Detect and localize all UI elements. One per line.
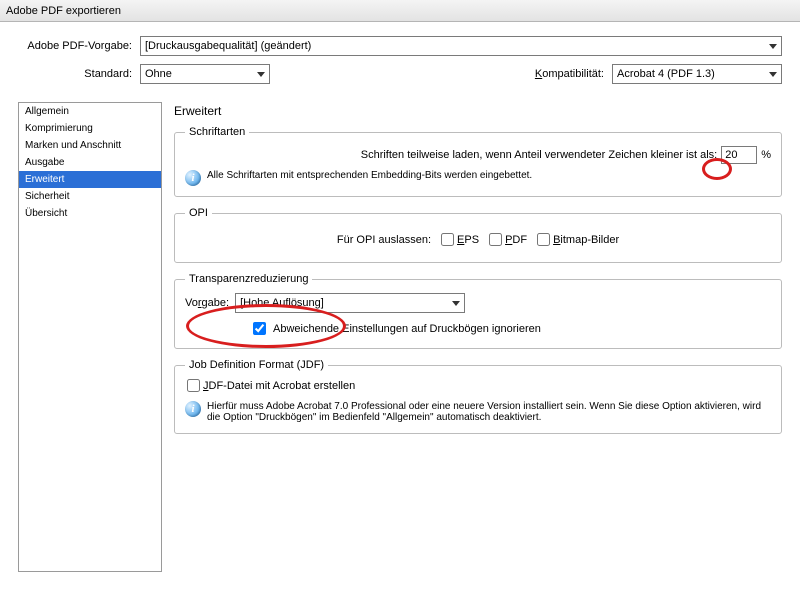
compatibility-select[interactable]: Acrobat 4 (PDF 1.3) bbox=[612, 64, 782, 84]
opi-pdf-input[interactable] bbox=[489, 233, 502, 246]
export-pdf-dialog: Adobe PDF exportieren Adobe PDF-Vorgabe:… bbox=[0, 0, 800, 600]
opi-omit-label: Für OPI auslassen: bbox=[337, 234, 431, 246]
opi-legend: OPI bbox=[185, 207, 212, 219]
standard-value: Ohne bbox=[145, 68, 172, 80]
subset-fonts-unit: % bbox=[761, 149, 771, 161]
top-panel: Adobe PDF-Vorgabe: [Druckausgabequalität… bbox=[0, 22, 800, 98]
sidebar-item-komprimierung[interactable]: Komprimierung bbox=[19, 120, 161, 137]
subset-fonts-label: Schriften teilweise laden, wenn Anteil v… bbox=[361, 149, 717, 161]
ignore-spread-overrides-label: Abweichende Einstellungen auf Druckbögen… bbox=[273, 323, 541, 335]
flattener-preset-label: Vorgabe: bbox=[185, 297, 229, 309]
panel-title: Erweitert bbox=[174, 104, 782, 118]
transparency-legend: Transparenzreduzierung bbox=[185, 273, 312, 285]
jdf-note: Hierfür muss Adobe Acrobat 7.0 Professio… bbox=[207, 401, 771, 423]
transparency-group: Transparenzreduzierung Vorgabe: [Hohe Au… bbox=[174, 273, 782, 349]
flattener-preset-value: [Hohe Auflösung] bbox=[240, 297, 324, 309]
sidebar-item-sicherheit[interactable]: Sicherheit bbox=[19, 188, 161, 205]
compatibility-label: Kompatibilität: bbox=[535, 68, 612, 80]
subset-fonts-input[interactable] bbox=[721, 146, 757, 164]
pdf-preset-value: [Druckausgabequalität] (geändert) bbox=[145, 40, 311, 52]
opi-group: OPI Für OPI auslassen: EPS PDF Bitmap-Bi… bbox=[174, 207, 782, 263]
fonts-legend: Schriftarten bbox=[185, 126, 249, 138]
compatibility-value: Acrobat 4 (PDF 1.3) bbox=[617, 68, 715, 80]
standard-label: Standard: bbox=[18, 68, 140, 80]
fonts-group: Schriftarten Schriften teilweise laden, … bbox=[174, 126, 782, 197]
title-bar: Adobe PDF exportieren bbox=[0, 0, 800, 22]
create-jdf-checkbox[interactable]: JDF-Datei mit Acrobat erstellen bbox=[187, 379, 355, 392]
window-title: Adobe PDF exportieren bbox=[6, 5, 121, 17]
main-panel: Erweitert Schriftarten Schriften teilwei… bbox=[174, 102, 782, 572]
sidebar-item-ausgabe[interactable]: Ausgabe bbox=[19, 154, 161, 171]
create-jdf-input[interactable] bbox=[187, 379, 200, 392]
flattener-preset-select[interactable]: [Hohe Auflösung] bbox=[235, 293, 465, 313]
opi-eps-checkbox[interactable]: EPS bbox=[441, 233, 479, 246]
standard-select[interactable]: Ohne bbox=[140, 64, 270, 84]
sidebar-item-uebersicht[interactable]: Übersicht bbox=[19, 205, 161, 222]
opi-bitmap-checkbox[interactable]: Bitmap-Bilder bbox=[537, 233, 619, 246]
jdf-legend: Job Definition Format (JDF) bbox=[185, 359, 328, 371]
opi-pdf-checkbox[interactable]: PDF bbox=[489, 233, 527, 246]
sidebar-item-marken-anschnitt[interactable]: Marken und Anschnitt bbox=[19, 137, 161, 154]
sidebar-item-allgemein[interactable]: Allgemein bbox=[19, 103, 161, 120]
pdf-preset-label: Adobe PDF-Vorgabe: bbox=[18, 40, 140, 52]
pdf-preset-select[interactable]: [Druckausgabequalität] (geändert) bbox=[140, 36, 782, 56]
ignore-spread-overrides-checkbox[interactable] bbox=[253, 322, 266, 335]
fonts-note: Alle Schriftarten mit entsprechenden Emb… bbox=[207, 170, 532, 181]
jdf-group: Job Definition Format (JDF) JDF-Datei mi… bbox=[174, 359, 782, 434]
opi-bitmap-input[interactable] bbox=[537, 233, 550, 246]
category-sidebar: Allgemein Komprimierung Marken und Ansch… bbox=[18, 102, 162, 572]
opi-eps-input[interactable] bbox=[441, 233, 454, 246]
body-area: Allgemein Komprimierung Marken und Ansch… bbox=[0, 98, 800, 590]
info-icon: i bbox=[185, 170, 201, 186]
sidebar-item-erweitert[interactable]: Erweitert bbox=[19, 171, 161, 188]
info-icon: i bbox=[185, 401, 201, 417]
